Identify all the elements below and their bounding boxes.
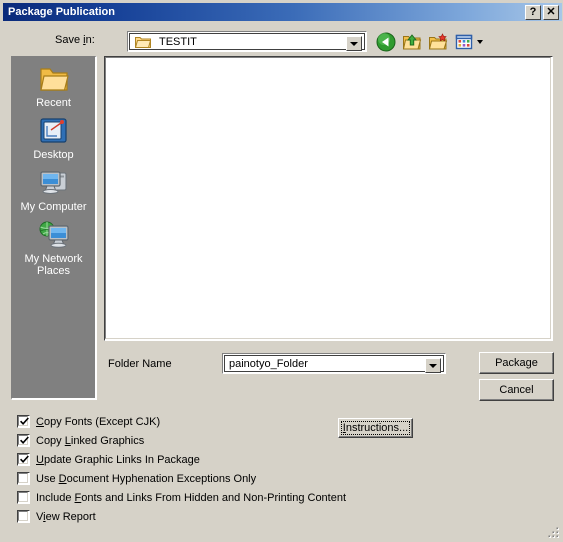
title-bar[interactable]: Package Publication ? ✕ — [3, 3, 562, 21]
back-arrow-icon[interactable] — [375, 31, 397, 53]
save-in-label: Save in: — [55, 34, 95, 46]
recent-folder-icon — [38, 63, 70, 95]
checkmark-icon — [20, 417, 29, 425]
package-button[interactable]: Package — [479, 352, 554, 374]
file-dialog-toolbar — [375, 30, 483, 53]
help-icon[interactable]: ? — [525, 4, 541, 20]
include-fonts-hidden-checkbox[interactable]: Include Fonts and Links From Hidden and … — [17, 489, 417, 506]
package-publication-dialog: Package Publication ? ✕ Save in: TESTIT — [0, 0, 563, 542]
sidebar-item-recent[interactable]: Recent — [12, 63, 95, 109]
folder-name-combobox[interactable]: painotyo_Folder — [222, 353, 446, 374]
file-list-content[interactable] — [105, 57, 551, 339]
views-button[interactable] — [453, 31, 483, 53]
chevron-down-icon[interactable] — [346, 36, 362, 51]
checkbox-box[interactable] — [17, 415, 30, 428]
sidebar-item-my-computer[interactable]: My Computer — [12, 167, 95, 213]
sidebar-item-label: My Computer — [20, 201, 87, 213]
desktop-icon — [38, 115, 70, 147]
my-network-places-icon — [38, 219, 70, 251]
sidebar-item-label: Desktop — [33, 149, 74, 161]
views-icon[interactable] — [453, 31, 475, 53]
save-in-combobox[interactable]: TESTIT — [127, 31, 367, 52]
update-graphic-links-checkbox[interactable]: Update Graphic Links In Package — [17, 451, 417, 468]
checkbox-label: Use Document Hyphenation Exceptions Only — [36, 472, 257, 485]
checkbox-box[interactable] — [17, 491, 30, 504]
save-in-value: TESTIT — [159, 35, 197, 48]
sidebar-item-my-network-places[interactable]: My Network Places — [12, 219, 95, 277]
checkbox-box[interactable] — [17, 510, 30, 523]
up-folder-icon[interactable] — [401, 31, 423, 53]
cancel-button[interactable]: Cancel — [479, 379, 554, 401]
use-document-hyphenation-checkbox[interactable]: Use Document Hyphenation Exceptions Only — [17, 470, 417, 487]
sidebar-item-label: Recent — [36, 97, 71, 109]
new-folder-icon[interactable] — [427, 31, 449, 53]
package-options-list: Copy Fonts (Except CJK) Copy Linked Grap… — [17, 413, 417, 527]
checkbox-label: Update Graphic Links In Package — [36, 453, 200, 466]
sidebar-item-desktop[interactable]: Desktop — [12, 115, 95, 161]
resize-grip[interactable] — [546, 525, 560, 539]
folder-name-input[interactable]: painotyo_Folder — [225, 358, 308, 370]
checkbox-box[interactable] — [17, 453, 30, 466]
save-in-combobox-field[interactable]: TESTIT — [129, 33, 365, 51]
save-in-label-post: n: — [85, 34, 95, 46]
window-title: Package Publication — [8, 6, 115, 18]
title-bar-buttons: ? ✕ — [525, 4, 562, 20]
checkbox-label: Copy Linked Graphics — [36, 434, 145, 447]
checkmark-icon — [20, 436, 29, 444]
checkbox-label: Include Fonts and Links From Hidden and … — [36, 491, 347, 504]
chevron-down-icon[interactable] — [477, 39, 483, 44]
chevron-down-icon[interactable] — [425, 358, 441, 373]
copy-linked-graphics-checkbox[interactable]: Copy Linked Graphics — [17, 432, 417, 449]
file-list-view[interactable] — [104, 56, 553, 341]
my-computer-icon — [38, 167, 70, 199]
checkbox-box[interactable] — [17, 472, 30, 485]
folder-icon — [135, 37, 151, 48]
sidebar-item-label: My Network Places — [24, 253, 83, 277]
folder-name-combobox-field[interactable]: painotyo_Folder — [224, 355, 444, 373]
checkmark-icon — [20, 455, 29, 463]
checkbox-box[interactable] — [17, 434, 30, 447]
folder-name-label: Folder Name — [108, 358, 172, 370]
close-icon[interactable]: ✕ — [543, 4, 559, 20]
view-report-checkbox[interactable]: View Report — [17, 508, 417, 525]
checkbox-label: View Report — [36, 510, 96, 523]
save-in-label-pre: Save — [55, 34, 84, 46]
copy-fonts-checkbox[interactable]: Copy Fonts (Except CJK) — [17, 413, 417, 430]
checkbox-label: Copy Fonts (Except CJK) — [36, 415, 161, 428]
places-bar: Recent Desktop My Computer My Network Pl… — [11, 56, 97, 400]
